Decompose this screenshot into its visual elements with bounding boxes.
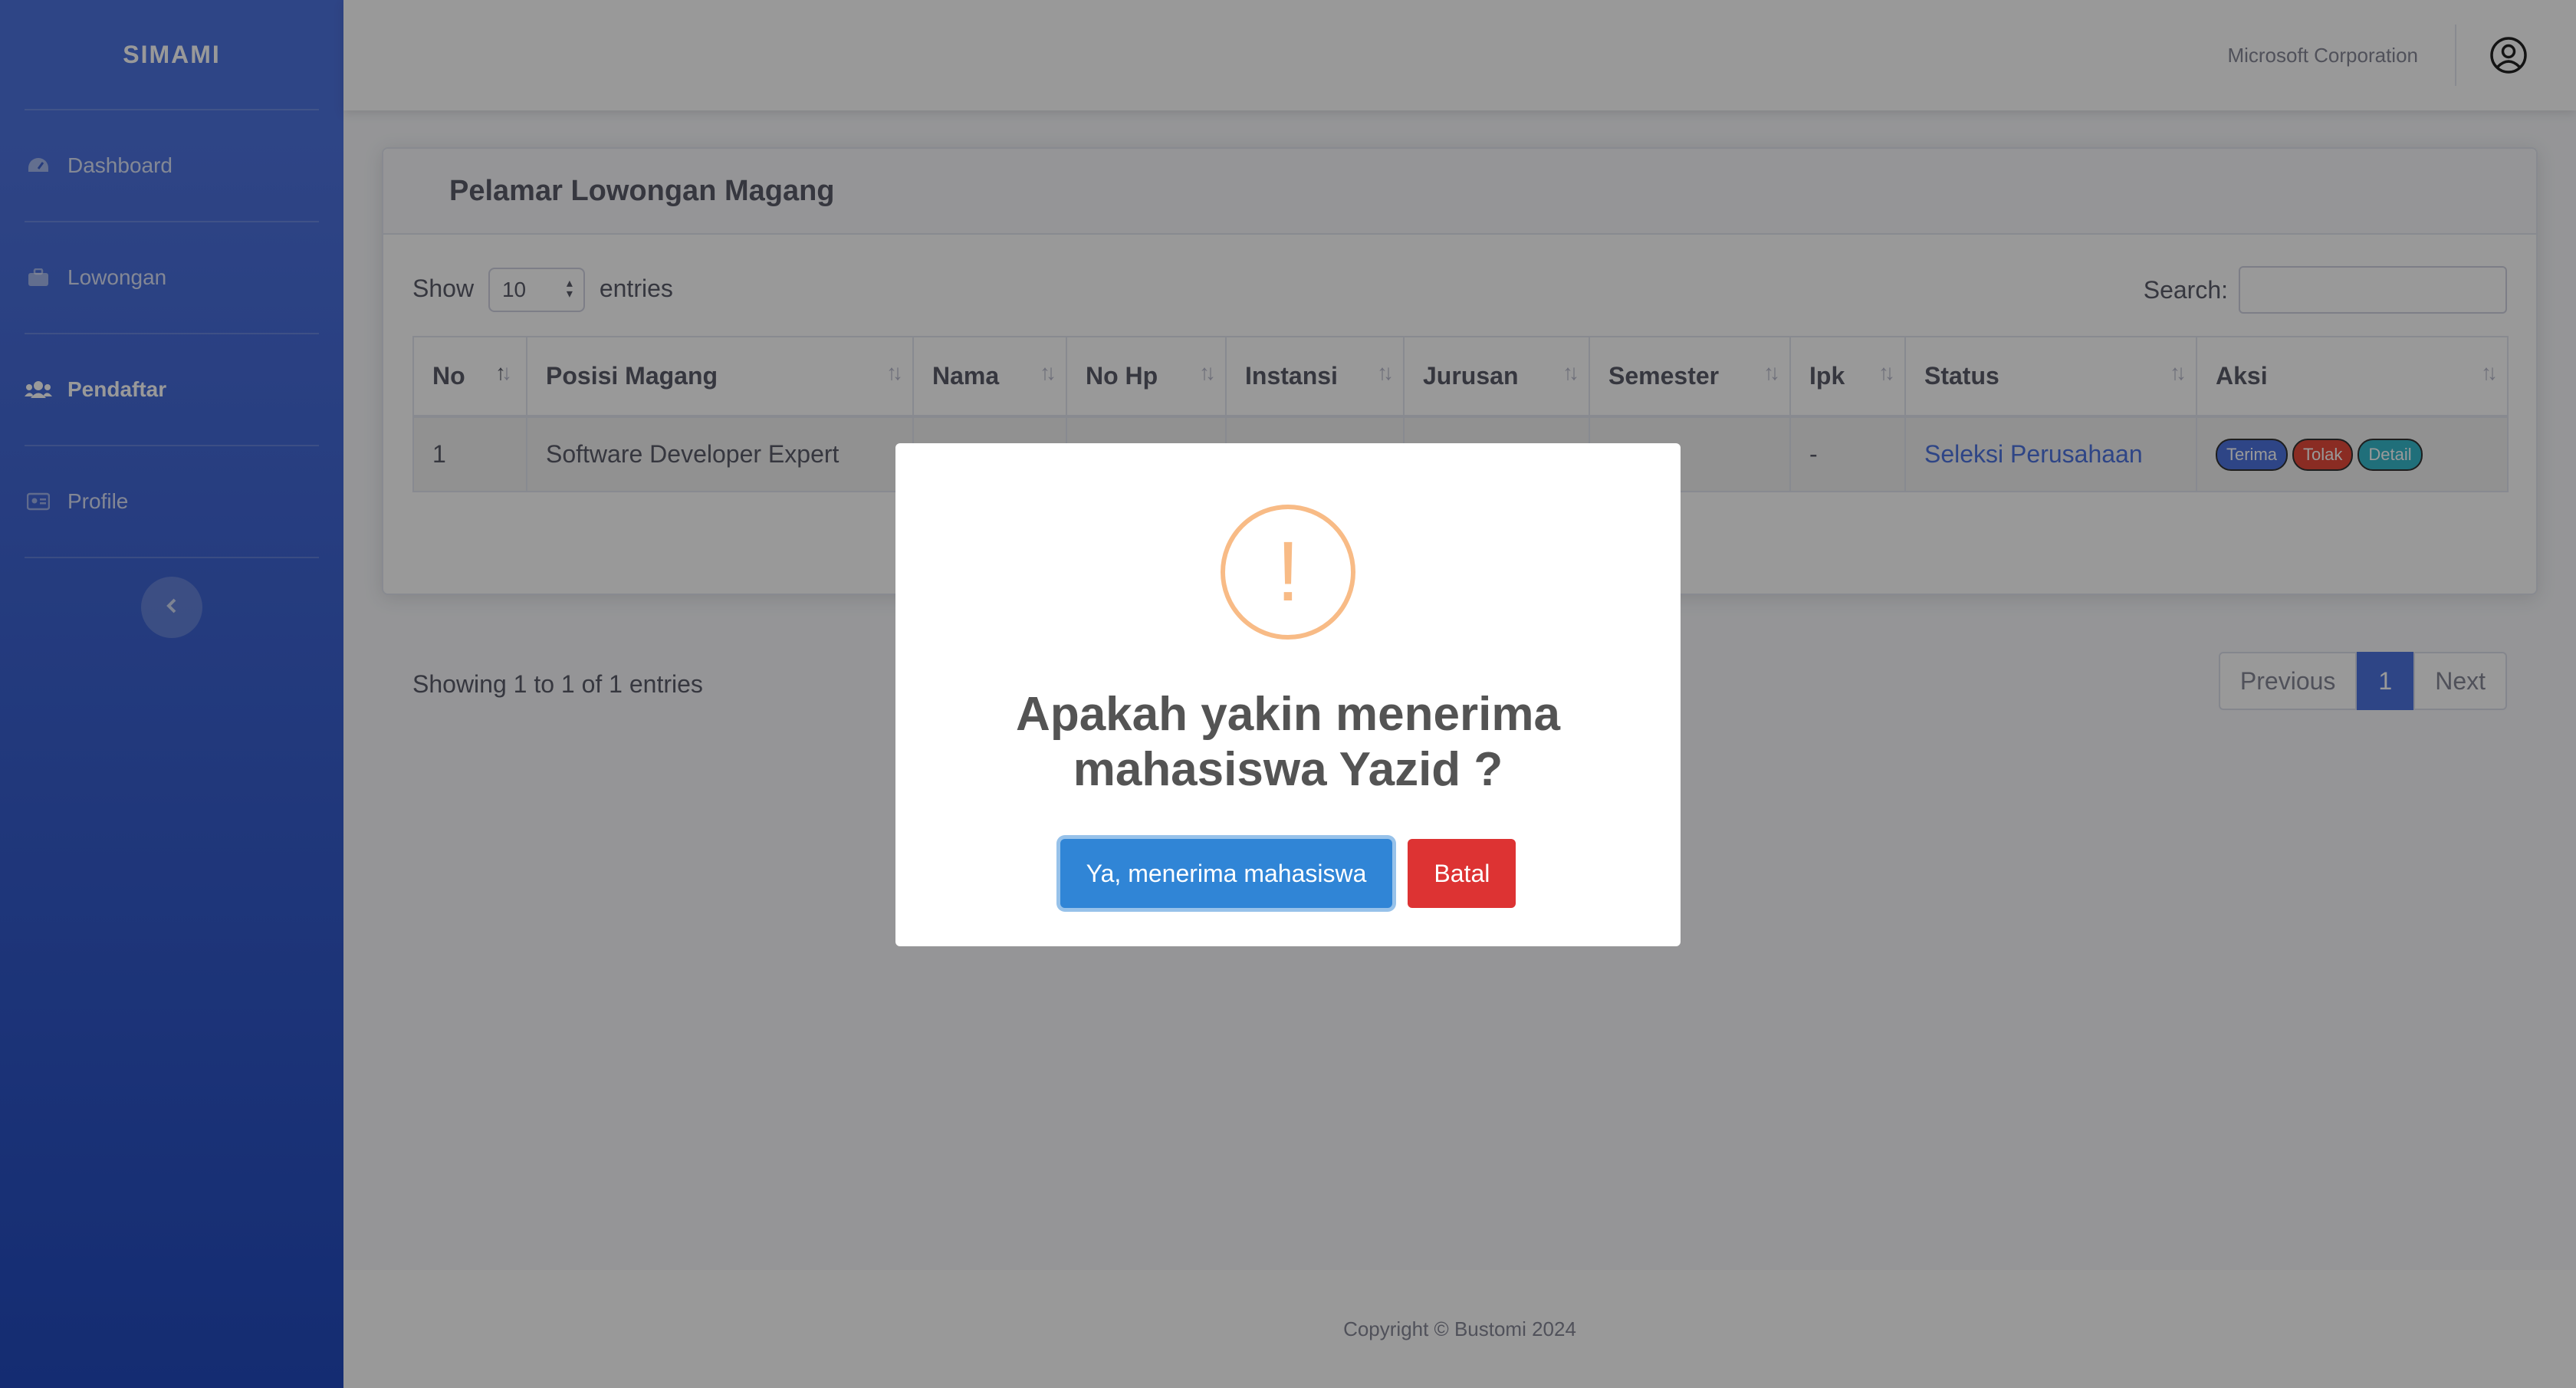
confirm-accept-button[interactable]: Ya, menerima mahasiswa bbox=[1060, 839, 1393, 908]
exclamation-icon: ! bbox=[1221, 505, 1355, 640]
dialog-actions: Ya, menerima mahasiswa Batal bbox=[895, 839, 1681, 908]
dialog-title: Apakah yakin menerima mahasiswa Yazid ? bbox=[1016, 688, 1560, 796]
cancel-button[interactable]: Batal bbox=[1408, 839, 1516, 908]
confirm-dialog: ! Apakah yakin menerima mahasiswa Yazid … bbox=[895, 443, 1681, 946]
